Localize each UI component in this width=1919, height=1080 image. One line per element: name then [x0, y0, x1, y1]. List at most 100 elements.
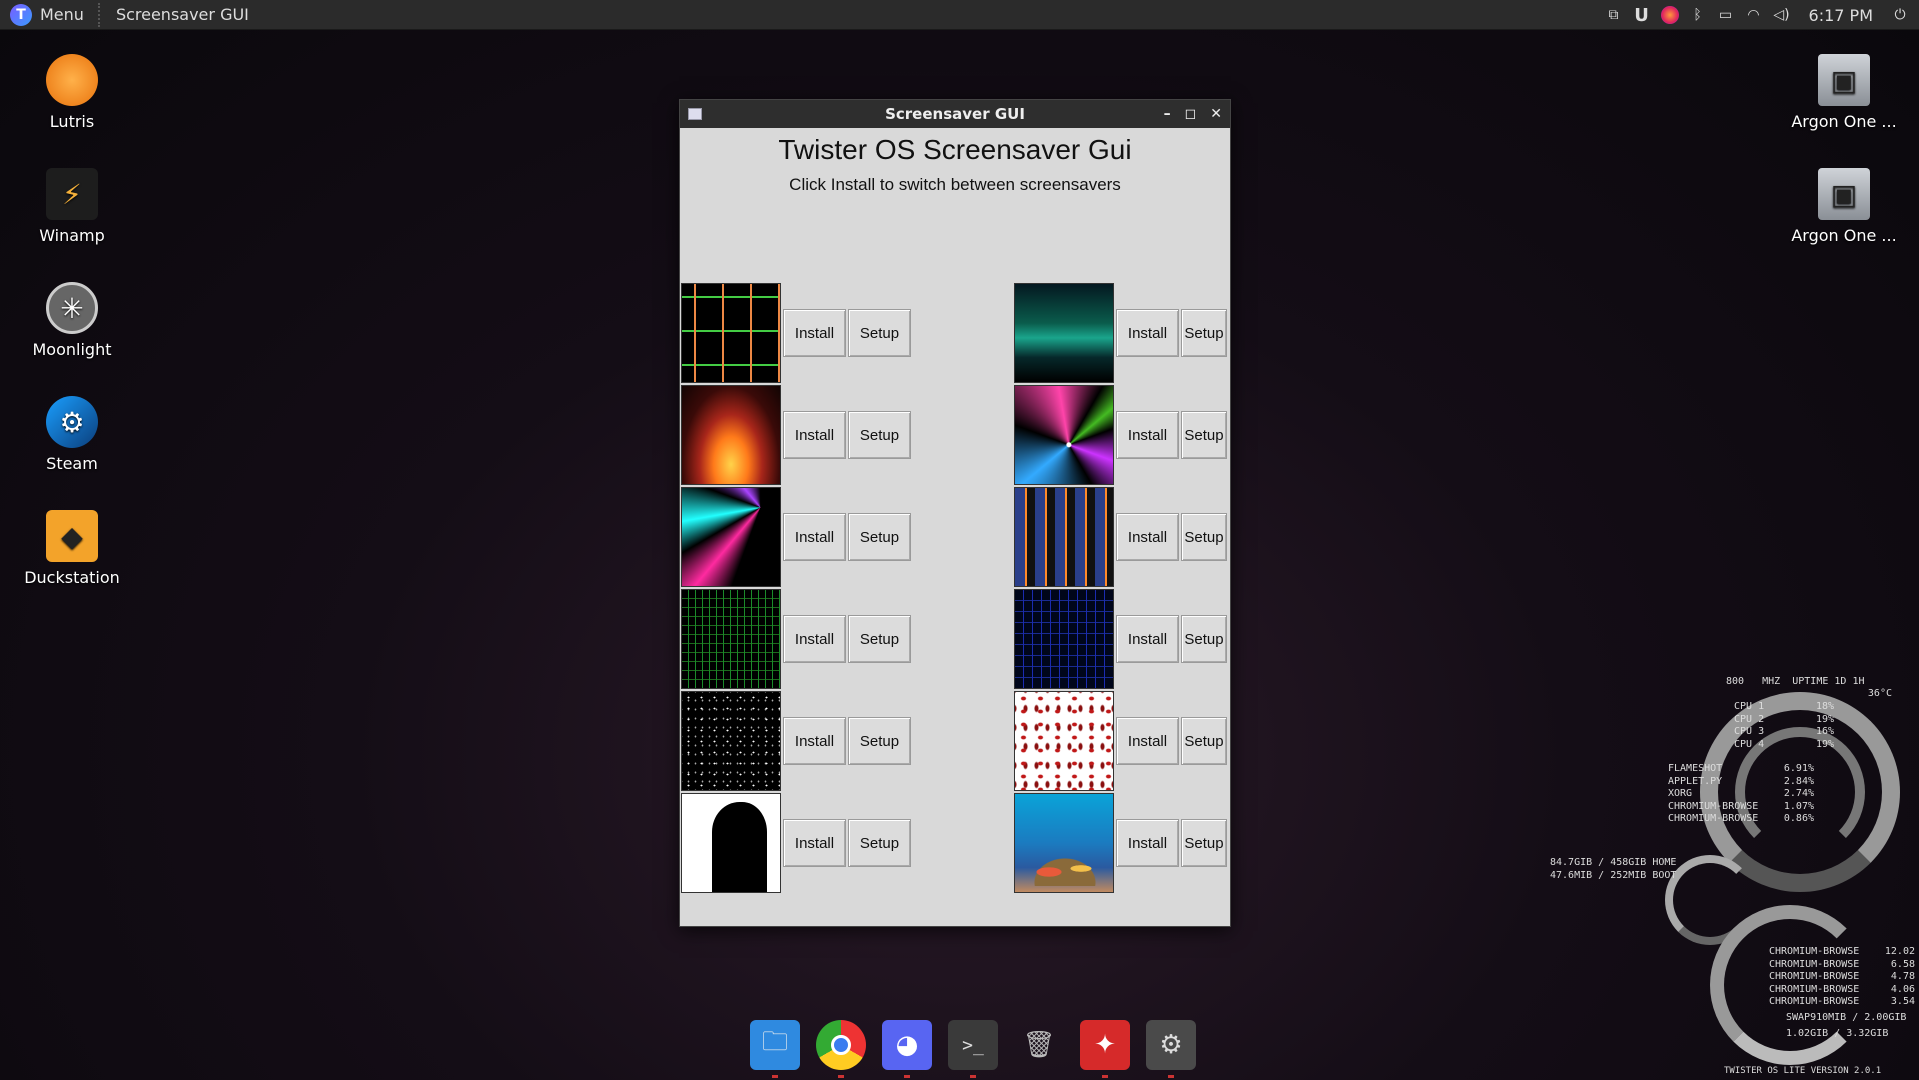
- app-subtitle: Click Install to switch between screensa…: [789, 175, 1121, 194]
- setup-button[interactable]: Setup: [1181, 411, 1227, 459]
- screenshot-icon[interactable]: ⧉: [1605, 6, 1623, 24]
- screensaver-thumbnail: [1014, 793, 1114, 893]
- screensaver-thumbnail: [681, 487, 781, 587]
- files-icon[interactable]: 🗀: [750, 1020, 800, 1078]
- screensaver-row: Install Setup: [681, 487, 911, 587]
- setup-button[interactable]: Setup: [848, 819, 911, 867]
- menu-button[interactable]: T Menu: [0, 0, 98, 30]
- desktop-icon-label: Argon One ...: [1791, 112, 1897, 131]
- screensaver-thumbnail: [681, 385, 781, 485]
- u-icon[interactable]: U: [1633, 5, 1651, 26]
- settings-icon[interactable]: ⚙: [1146, 1020, 1196, 1078]
- screensaver-thumbnail: [681, 283, 781, 383]
- firefox-icon[interactable]: [1660, 6, 1679, 24]
- screensaver-row: Install Setup: [681, 691, 911, 791]
- uptime: UPTIME 1D 1H: [1792, 676, 1865, 687]
- steam-icon: ⚙: [46, 396, 98, 448]
- swap-usage: SWAP910MIB / 2.00GIB: [1786, 1012, 1907, 1023]
- desktop-icon-winamp[interactable]: ⚡ Winamp: [12, 168, 132, 245]
- power-icon[interactable]: ⏻: [1891, 6, 1909, 24]
- setup-button[interactable]: Setup: [1181, 717, 1227, 765]
- install-button[interactable]: Install: [783, 717, 846, 765]
- screensaver-row: Install Setup: [1014, 793, 1227, 893]
- screensaver-row: Install Setup: [681, 283, 911, 383]
- install-button[interactable]: Install: [783, 513, 846, 561]
- desktop-icon-steam[interactable]: ⚙ Steam: [12, 396, 132, 473]
- setup-button[interactable]: Setup: [848, 717, 911, 765]
- install-button[interactable]: Install: [1116, 411, 1179, 459]
- install-button[interactable]: Install: [1116, 819, 1179, 867]
- setup-button[interactable]: Setup: [848, 615, 911, 663]
- panel-separator: [97, 2, 100, 27]
- system-tray: ⧉ U ᛒ ▭ ◠ ◁) 6:17 PM ⏻: [1605, 0, 1919, 30]
- screensaver-thumbnail: [681, 793, 781, 893]
- disk-home: 84.7GIB / 458GIB HOME: [1550, 857, 1677, 868]
- os-version: TWISTER OS LITE VERSION 2.0.1: [1724, 1066, 1882, 1076]
- cpu-temp: 36°C: [1867, 688, 1892, 699]
- battery-icon[interactable]: ▭: [1717, 6, 1735, 24]
- setup-button[interactable]: Setup: [1181, 819, 1227, 867]
- twister-logo-icon: T: [10, 3, 32, 26]
- wifi-icon[interactable]: ◠: [1745, 6, 1763, 24]
- winamp-icon: ⚡: [46, 168, 98, 220]
- window-title: Screensaver GUI: [885, 105, 1025, 123]
- cpu-list: CPU 1 18% CPU 2 19% CPU 3 16% CPU 4 19%: [1734, 701, 1834, 750]
- dock: 🗀 ◕ >_ 🗑 ✦ ⚙: [750, 1020, 1196, 1078]
- screensaver-thumbnail: [1014, 691, 1114, 791]
- install-button[interactable]: Install: [783, 819, 846, 867]
- screensaver-thumbnail: [681, 589, 781, 689]
- install-button[interactable]: Install: [1116, 513, 1179, 561]
- maximize-icon[interactable]: ◻: [1185, 106, 1197, 122]
- minimize-icon[interactable]: –: [1164, 106, 1171, 122]
- screensaver-row: Install Setup: [681, 589, 911, 689]
- top-panel: T Menu Screensaver GUI ⧉ U ᛒ ▭ ◠ ◁) 6:17…: [0, 0, 1919, 30]
- argon-config-icon: ▣: [1818, 54, 1870, 106]
- desktop-icon-label: Lutris: [49, 112, 95, 131]
- discord-icon[interactable]: ◕: [882, 1020, 932, 1078]
- trash-icon[interactable]: 🗑: [1014, 1020, 1064, 1070]
- cpu-freq-unit: MHZ: [1762, 676, 1781, 687]
- install-button[interactable]: Install: [1116, 615, 1179, 663]
- desktop-icon-argon-one-2[interactable]: ▣ Argon One ...: [1784, 168, 1904, 245]
- setup-button[interactable]: Setup: [1181, 309, 1227, 357]
- desktop-icon-label: Steam: [46, 454, 98, 473]
- desktop-icon-label: Moonlight: [32, 340, 112, 359]
- disk-boot: 47.6MIB / 252MIB BOOT: [1550, 870, 1677, 881]
- setup-button[interactable]: Setup: [848, 513, 911, 561]
- install-button[interactable]: Install: [783, 615, 846, 663]
- clock[interactable]: 6:17 PM: [1809, 6, 1873, 25]
- install-button[interactable]: Install: [1116, 309, 1179, 357]
- desktop-icon-label: Winamp: [39, 226, 105, 245]
- moonlight-icon: ✳: [46, 282, 98, 334]
- setup-button[interactable]: Setup: [1181, 513, 1227, 561]
- desktop-icon-moonlight[interactable]: ✳ Moonlight: [12, 282, 132, 359]
- desktop-icon-duckstation[interactable]: ◆ Duckstation: [12, 510, 132, 587]
- pdf-reader-icon[interactable]: ✦: [1080, 1020, 1130, 1078]
- duckstation-icon: ◆: [46, 510, 98, 562]
- setup-button[interactable]: Setup: [1181, 615, 1227, 663]
- setup-button[interactable]: Setup: [848, 411, 911, 459]
- argon-remove-icon: ▣: [1818, 168, 1870, 220]
- screensaver-row: Install Setup: [1014, 283, 1227, 383]
- screensaver-thumbnail: [1014, 487, 1114, 587]
- chrome-icon[interactable]: [816, 1020, 866, 1078]
- screensaver-gui-window: Screensaver GUI – ◻ ✕ Twister OS Screens…: [679, 99, 1231, 927]
- desktop-icon-lutris[interactable]: Lutris: [12, 54, 132, 131]
- install-button[interactable]: Install: [1116, 717, 1179, 765]
- desktop-icon-label: Argon One ...: [1791, 226, 1897, 245]
- bluetooth-icon[interactable]: ᛒ: [1689, 6, 1707, 24]
- install-button[interactable]: Install: [783, 411, 846, 459]
- screensaver-row: Install Setup: [1014, 589, 1227, 689]
- window-content: Twister OS Screensaver Gui Click Install…: [680, 128, 1230, 926]
- terminal-icon[interactable]: >_: [948, 1020, 998, 1078]
- desktop-icon-label: Duckstation: [24, 568, 120, 587]
- setup-button[interactable]: Setup: [848, 309, 911, 357]
- active-window-title[interactable]: Screensaver GUI: [116, 5, 249, 24]
- memory-process-list: CHROMIUM-BROWSE 12.02 CHROMIUM-BROWSE 6.58…: [1769, 946, 1915, 1007]
- close-icon[interactable]: ✕: [1210, 106, 1222, 122]
- window-titlebar[interactable]: Screensaver GUI – ◻ ✕: [680, 100, 1230, 128]
- install-button[interactable]: Install: [783, 309, 846, 357]
- volume-icon[interactable]: ◁): [1773, 6, 1791, 24]
- desktop-icon-argon-one-1[interactable]: ▣ Argon One ...: [1784, 54, 1904, 131]
- process-list: FLAMESHOT 6.91% APPLET.PY 2.84% XORG 2.74% …: [1668, 763, 1814, 824]
